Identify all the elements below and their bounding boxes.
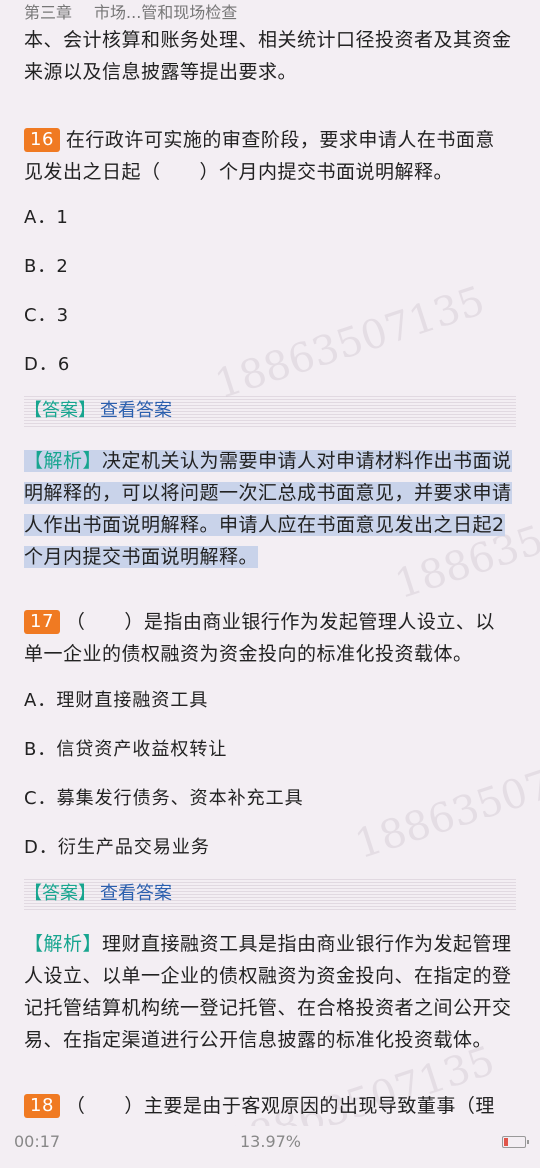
question-18: 18 （ ）主要是由于客观原因的出现导致董事（理 (24, 1090, 516, 1126)
option-c[interactable]: C．募集发行债务、资本补充工具 (24, 787, 304, 811)
question-number-badge: 18 (24, 1094, 60, 1118)
analysis-tag: 【解析】 (24, 450, 103, 472)
option-a[interactable]: A．1 (24, 206, 69, 230)
analysis-text: 人作出书面说明解释。申请人应在书面意见发出之日起2 (24, 514, 505, 536)
option-d[interactable]: D．6 (24, 353, 70, 377)
option-b[interactable]: B．信贷资产收益权转让 (24, 738, 227, 762)
chapter-label: 第三章 (24, 3, 73, 22)
analysis-text: 理财直接融资工具是指由商业银行作为发起管理 (102, 933, 512, 955)
analysis-tag: 【解析】 (24, 933, 103, 955)
analysis-text: 个月内提交书面说明解释。 (24, 546, 259, 568)
view-answer-link[interactable]: 查看答案 (100, 883, 172, 904)
watermark: 18863507135 (209, 277, 491, 409)
battery-icon (502, 1136, 529, 1148)
reader-header: 第三章 市场...管和现场检查 (0, 0, 540, 26)
clock: 00:17 (14, 1132, 61, 1151)
option-b[interactable]: B．2 (24, 255, 69, 279)
answer-tag: 【答案】 (24, 400, 96, 421)
paragraph-line: 来源以及信息披露等提出要求。 (24, 61, 298, 83)
option-d[interactable]: D．衍生产品交易业务 (24, 836, 210, 860)
analysis-block: 【解析】理财直接融资工具是指由商业银行作为发起管理 人设立、以单一企业的债权融资… (24, 928, 516, 1056)
analysis-text: 人设立、以单一企业的债权融资为资金投向、在指定的登 (24, 965, 512, 987)
paragraph-line: 本、会计核算和账务处理、相关统计口径投资者及其资金 (24, 29, 512, 51)
question-number-badge: 17 (24, 610, 60, 634)
analysis-text: 记托管结算机构统一登记托管、在合格投资者之间公开交 (24, 997, 512, 1019)
question-text: 见发出之日起（ ）个月内提交书面说明解释。 (24, 161, 454, 183)
watermark: 18863507135 (349, 737, 540, 869)
analysis-block: 【解析】决定机关认为需要申请人对申请材料作出书面说 明解释的，可以将问题一次汇总… (24, 445, 516, 573)
option-c[interactable]: C．3 (24, 304, 69, 328)
chapter-title: 市场...管和现场检查 (94, 3, 238, 22)
question-text: 在行政许可实施的审查阶段，要求申请人在书面意 (65, 129, 495, 151)
answer-bar: 【答案】 查看答案 (24, 878, 516, 910)
analysis-text: 决定机关认为需要申请人对申请材料作出书面说 (102, 450, 512, 472)
answer-tag: 【答案】 (24, 883, 96, 904)
question-text: （ ）主要是由于客观原因的出现导致董事（理 (65, 1095, 495, 1117)
question-text: 单一企业的债权融资为资金投向的标准化投资载体。 (24, 643, 473, 665)
question-number-badge: 16 (24, 128, 60, 152)
question-stem: 16 在行政许可实施的审查阶段，要求申请人在书面意 (24, 124, 516, 156)
reading-progress: 13.97% (240, 1132, 302, 1151)
analysis-text: 明解释的，可以将问题一次汇总成书面意见，并要求申请 (24, 482, 512, 504)
question-text: （ ）是指由商业银行作为发起管理人设立、以 (65, 611, 495, 633)
question-17: 17 （ ）是指由商业银行作为发起管理人设立、以 单一企业的债权融资为资金投向的标… (24, 606, 516, 670)
question-16: 16 在行政许可实施的审查阶段，要求申请人在书面意 见发出之日起（ ）个月内提交书… (24, 124, 516, 188)
status-bar: 00:17 13.97% (0, 1126, 540, 1158)
question-stem: 17 （ ）是指由商业银行作为发起管理人设立、以 (24, 606, 516, 638)
analysis-text: 易、在指定渠道进行公开信息披露的标准化投资载体。 (24, 1029, 493, 1051)
question-stem: 18 （ ）主要是由于客观原因的出现导致董事（理 (24, 1090, 516, 1122)
option-a[interactable]: A．理财直接融资工具 (24, 689, 208, 713)
view-answer-link[interactable]: 查看答案 (100, 400, 172, 421)
answer-bar: 【答案】 查看答案 (24, 395, 516, 427)
